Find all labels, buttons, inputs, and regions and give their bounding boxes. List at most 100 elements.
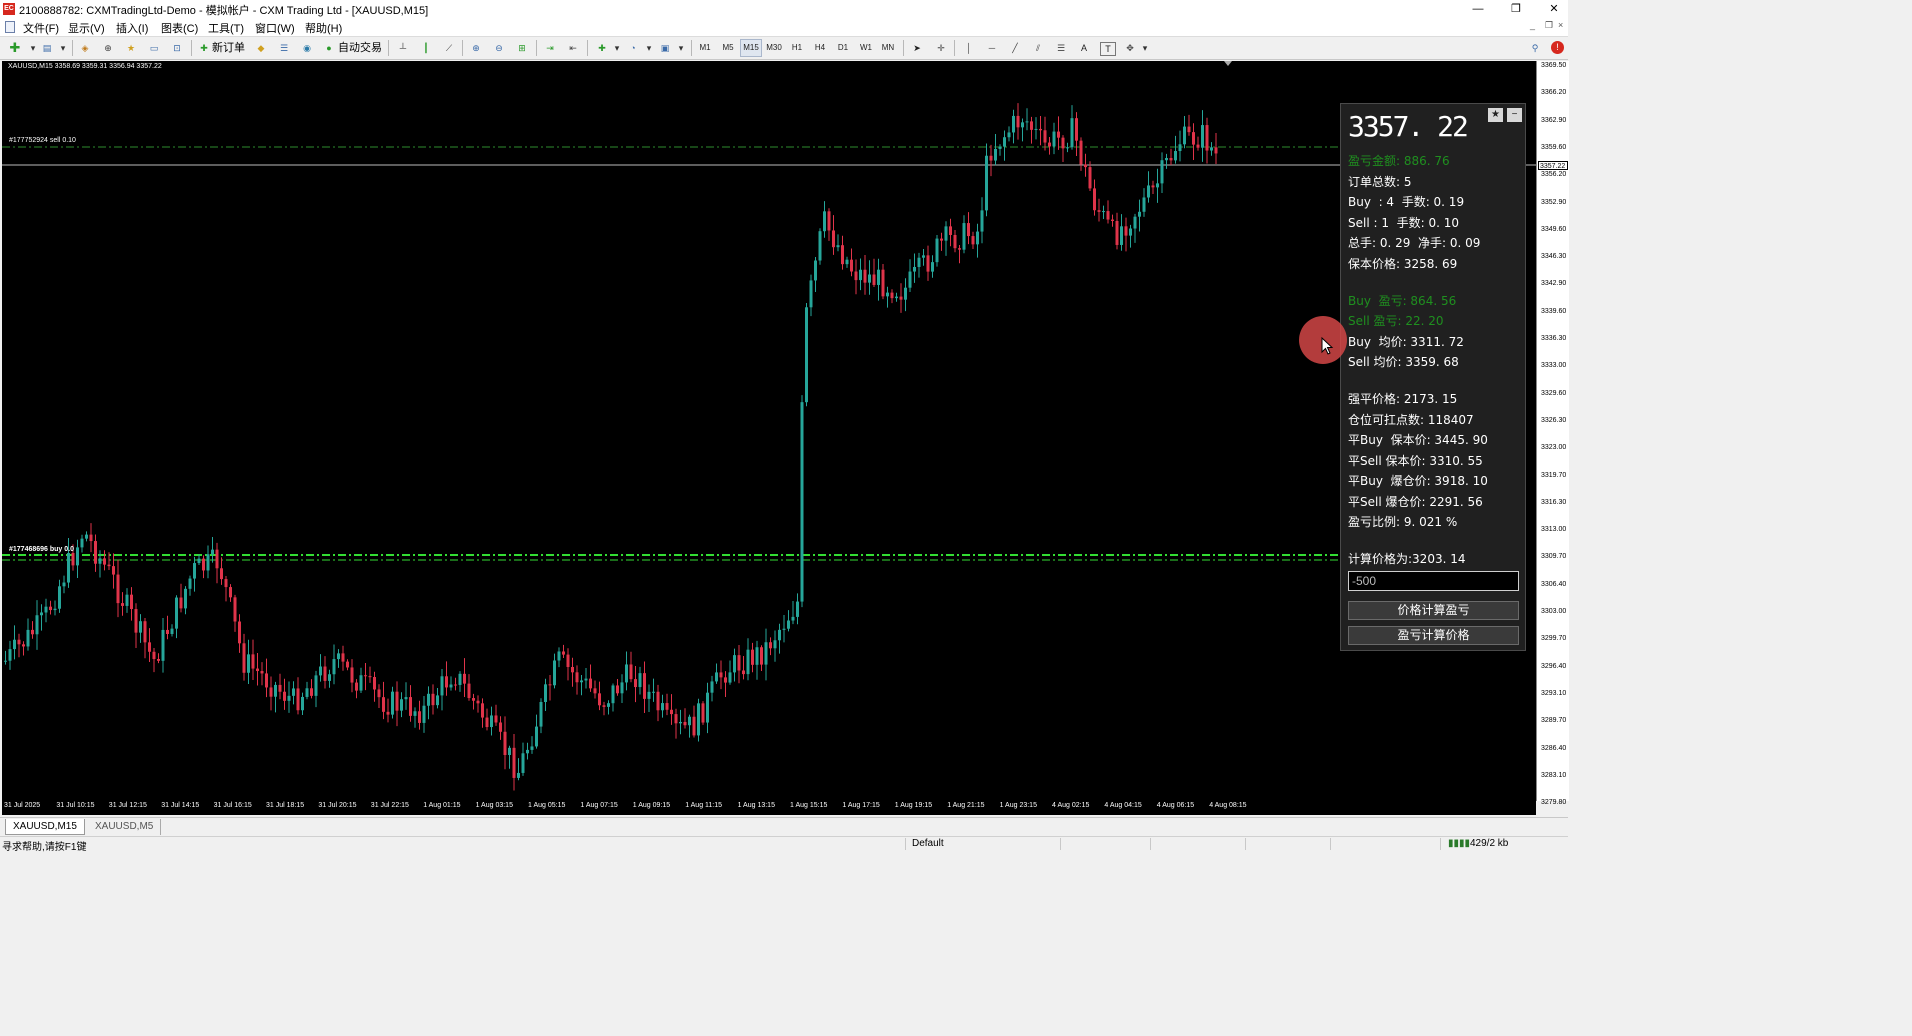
text-icon[interactable]: A [1077,40,1091,56]
close-window-button[interactable]: ✕ [1546,1,1562,17]
candle-body [805,307,808,403]
cursor-icon[interactable]: ➤ [910,40,924,56]
zoom-in-icon[interactable]: ⊕ [469,40,483,56]
text-label-icon[interactable]: T [1100,42,1116,56]
notification-icon[interactable]: ! [1551,41,1564,54]
crosshair-icon[interactable]: ✛ [934,40,948,56]
timeframe-d1-button[interactable]: D1 [833,40,853,56]
candle-body [400,699,403,711]
candle-body [1183,126,1186,145]
restore-window-button[interactable]: ❐ [1508,1,1524,17]
candle-body [544,684,547,702]
time-axis[interactable]: 31 Jul 2025 31 Jul 10:15 31 Jul 12:15 31 Ju… [2,801,1536,815]
timeframe-h1-button[interactable]: H1 [787,40,807,56]
tile-windows-icon[interactable]: ⊞ [515,40,529,56]
timeframe-m15-button[interactable]: M15 [740,39,762,57]
chart-window-icon[interactable] [5,21,15,33]
menu-tools[interactable]: 工具(T) [208,20,244,36]
mdi-restore-button[interactable]: ❐ [1545,20,1553,31]
navigator-icon[interactable]: ★ [124,40,138,56]
profiles-icon[interactable]: ▤ [40,40,54,56]
equidistant-channel-icon[interactable]: ⫽ [1031,40,1045,56]
timeframe-w1-button[interactable]: W1 [856,40,876,56]
panel-close-buy-liquidation: 平Buy 爆仓价: 3918. 10 [1348,474,1488,488]
dropdown-arrow-icon[interactable]: ▾ [610,40,624,56]
chart-shift-marker[interactable] [1224,61,1232,66]
dropdown-arrow-icon[interactable]: ▾ [674,40,688,56]
arrows-icon[interactable]: ✥ [1123,40,1137,56]
mdi-minimize-button[interactable]: _ [1530,20,1535,30]
vertical-line-icon[interactable]: │ [962,40,976,56]
dropdown-arrow-icon[interactable]: ▾ [642,40,656,56]
panel-points-to-liquidation: 仓位可扛点数: 118407 [1348,413,1474,427]
terminal-icon[interactable]: ▭ [147,40,161,56]
metaeditor-icon[interactable]: ◆ [254,40,268,56]
tab-xauusd-m5[interactable]: XAUUSD,M5 [88,819,162,835]
menu-file[interactable]: 文件(F) [23,20,59,36]
auto-scroll-icon[interactable]: ⇥ [543,40,557,56]
horizontal-line-icon[interactable]: ─ [985,40,999,56]
panel-minimize-button[interactable]: − [1507,108,1522,122]
chart-shift-icon[interactable]: ⇤ [566,40,580,56]
timeframe-m30-button[interactable]: M30 [764,40,784,56]
price-tick-label: 3306.40 [1541,580,1567,588]
templates-icon[interactable]: ▣ [658,40,672,56]
market-watch-icon[interactable]: ◈ [78,40,92,56]
new-chart-icon[interactable]: ✚ [8,40,22,56]
calc-price-button[interactable]: 盈亏计算价格 [1348,626,1519,645]
candle-body [1133,216,1137,229]
mdi-close-button[interactable]: × [1558,20,1563,30]
menu-window[interactable]: 窗口(W) [255,20,295,36]
candle-body [1007,132,1011,138]
menu-view[interactable]: 显示(V) [68,20,105,36]
candlestick-plot[interactable] [2,61,1536,801]
fibonacci-icon[interactable]: ☰ [1054,40,1068,56]
timeframe-m5-button[interactable]: M5 [718,40,738,56]
candle-body [170,628,174,634]
dropdown-arrow-icon[interactable]: ▾ [1138,40,1152,56]
star-button[interactable]: ★ [1488,108,1503,122]
candle-body [107,564,111,567]
price-chart[interactable]: XAUUSD,M15 3358.69 3359.31 3356.94 3357.… [2,61,1536,801]
auto-trading-button[interactable]: 自动交易 [338,40,382,56]
dropdown-arrow-icon[interactable]: ▾ [56,40,70,56]
auto-trading-icon[interactable]: ● [322,40,336,56]
timeframe-mn-button[interactable]: MN [878,40,898,56]
candle-body [490,715,493,728]
search-icon[interactable]: ⚲ [1528,40,1542,56]
periods-icon[interactable]: ◔ [626,40,640,56]
new-order-button[interactable]: 新订单 [212,40,245,56]
new-order-icon[interactable]: ✚ [197,40,211,56]
candle-body [49,606,52,611]
candle-body [688,716,691,726]
calc-profit-button[interactable]: 价格计算盈亏 [1348,601,1519,620]
candle-body [152,651,156,660]
candle-body [175,597,178,629]
candle-body [566,654,570,667]
trendline-icon[interactable]: ╱ [1008,40,1022,56]
menu-help[interactable]: 帮助(H) [305,20,342,36]
strategy-tester-icon[interactable]: ⊡ [170,40,184,56]
minimize-window-button[interactable]: — [1470,1,1486,17]
menu-insert[interactable]: 插入(I) [116,20,148,36]
price-tick-label: 3316.30 [1541,498,1567,506]
candle-body [899,296,903,300]
dropdown-arrow-icon[interactable]: ▾ [26,40,40,56]
candle-body [476,700,480,704]
bar-chart-icon[interactable]: ┴ [396,40,410,56]
tab-xauusd-m15[interactable]: XAUUSD,M15 [5,819,85,835]
signals-icon[interactable]: ◉ [300,40,314,56]
candle-body [800,402,804,602]
line-chart-icon[interactable]: ⟋ [442,40,456,56]
zoom-out-icon[interactable]: ⊖ [492,40,506,56]
price-input[interactable]: -500 [1348,571,1519,591]
timeframe-m1-button[interactable]: M1 [695,40,715,56]
data-window-icon[interactable]: ⊕ [101,40,115,56]
timeframe-h4-button[interactable]: H4 [810,40,830,56]
time-tick-label: 1 Aug 19:15 [894,802,933,809]
price-axis[interactable]: 3357.22 3369.50 3366.20 3362.90 3359.60 3356… [1536,61,1569,806]
alerts-icon[interactable]: ☰ [277,40,291,56]
candlestick-chart-icon[interactable]: ┃ [419,40,433,56]
indicators-icon[interactable]: ✚ [595,40,609,56]
menu-charts[interactable]: 图表(C) [161,20,198,36]
